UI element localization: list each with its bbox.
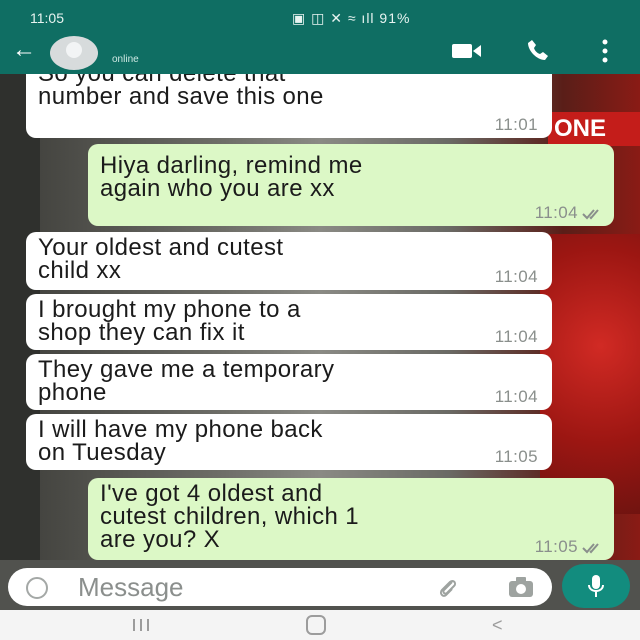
- wallpaper-sign: ONE: [548, 112, 640, 146]
- message-text: cutest children, which 1: [100, 503, 360, 530]
- message-composer[interactable]: [8, 568, 552, 606]
- chat-header: ← online: [0, 28, 640, 74]
- message-bubble-outgoing[interactable]: I've got 4 oldest and cutest children, w…: [88, 478, 614, 560]
- attach-icon[interactable]: [436, 576, 460, 600]
- message-time: 11:04: [534, 203, 578, 222]
- message-time: 11:01: [494, 115, 538, 134]
- double-check-icon: [582, 543, 599, 554]
- message-input[interactable]: [78, 570, 408, 604]
- system-nav-bar: <: [0, 610, 640, 640]
- message-bubble-incoming[interactable]: They gave me a temporary phone 11:04: [26, 354, 552, 410]
- message-time: 11:05: [534, 537, 578, 556]
- message-text: phone: [38, 379, 107, 406]
- message-time: 11:04: [494, 387, 538, 406]
- double-check-icon: [582, 209, 599, 220]
- mic-button[interactable]: [562, 564, 630, 608]
- phone-call-icon[interactable]: [526, 38, 550, 62]
- message-text: are you? X: [100, 526, 221, 553]
- message-bubble-incoming[interactable]: I brought my phone to a shop they can fi…: [26, 294, 552, 350]
- message-time: 11:04: [494, 267, 538, 286]
- message-bubble-incoming[interactable]: I will have my phone back on Tuesday 11:…: [26, 414, 552, 470]
- message-text: number and save this one: [38, 83, 324, 110]
- message-bubble-incoming[interactable]: Your oldest and cutest child xx 11:04: [26, 232, 552, 290]
- camera-icon[interactable]: [508, 576, 534, 598]
- more-options-icon[interactable]: [600, 38, 610, 64]
- presence-status: online: [112, 54, 139, 65]
- message-text: I've got 4 oldest and: [100, 480, 323, 507]
- message-text: They gave me a temporary: [38, 356, 335, 383]
- message-time: 11:05: [494, 447, 538, 466]
- nav-home-icon[interactable]: [306, 615, 326, 635]
- video-call-icon[interactable]: [452, 42, 482, 60]
- wallpaper-emblem: [540, 234, 640, 514]
- message-bubble-incoming[interactable]: So you can delete that number and save t…: [26, 74, 552, 138]
- back-arrow-icon[interactable]: ←: [12, 38, 36, 62]
- avatar[interactable]: [50, 36, 98, 70]
- emoji-icon[interactable]: [26, 577, 48, 599]
- message-text: I brought my phone to a: [38, 296, 301, 323]
- chat-area[interactable]: ONE So you can delete that number and sa…: [0, 74, 640, 560]
- status-icons: ▣ ◫ ✕ ≈ ıll 91%: [292, 10, 411, 26]
- message-text: on Tuesday: [38, 439, 167, 466]
- nav-back-icon[interactable]: <: [492, 616, 503, 634]
- message-bubble-outgoing[interactable]: Hiya darling, remind me again who you ar…: [88, 144, 614, 226]
- mic-icon: [588, 575, 604, 597]
- message-text: child xx: [38, 257, 122, 284]
- message-text: Hiya darling, remind me: [100, 152, 363, 179]
- message-text: again who you are xx: [100, 175, 335, 202]
- message-text: shop they can fix it: [38, 319, 245, 346]
- composer-bar: [0, 560, 640, 610]
- message-text: I will have my phone back: [38, 416, 323, 443]
- status-time: 11:05: [30, 10, 64, 26]
- message-text: Your oldest and cutest: [38, 234, 284, 261]
- message-time: 11:04: [494, 327, 538, 346]
- nav-recents-icon[interactable]: [130, 618, 152, 632]
